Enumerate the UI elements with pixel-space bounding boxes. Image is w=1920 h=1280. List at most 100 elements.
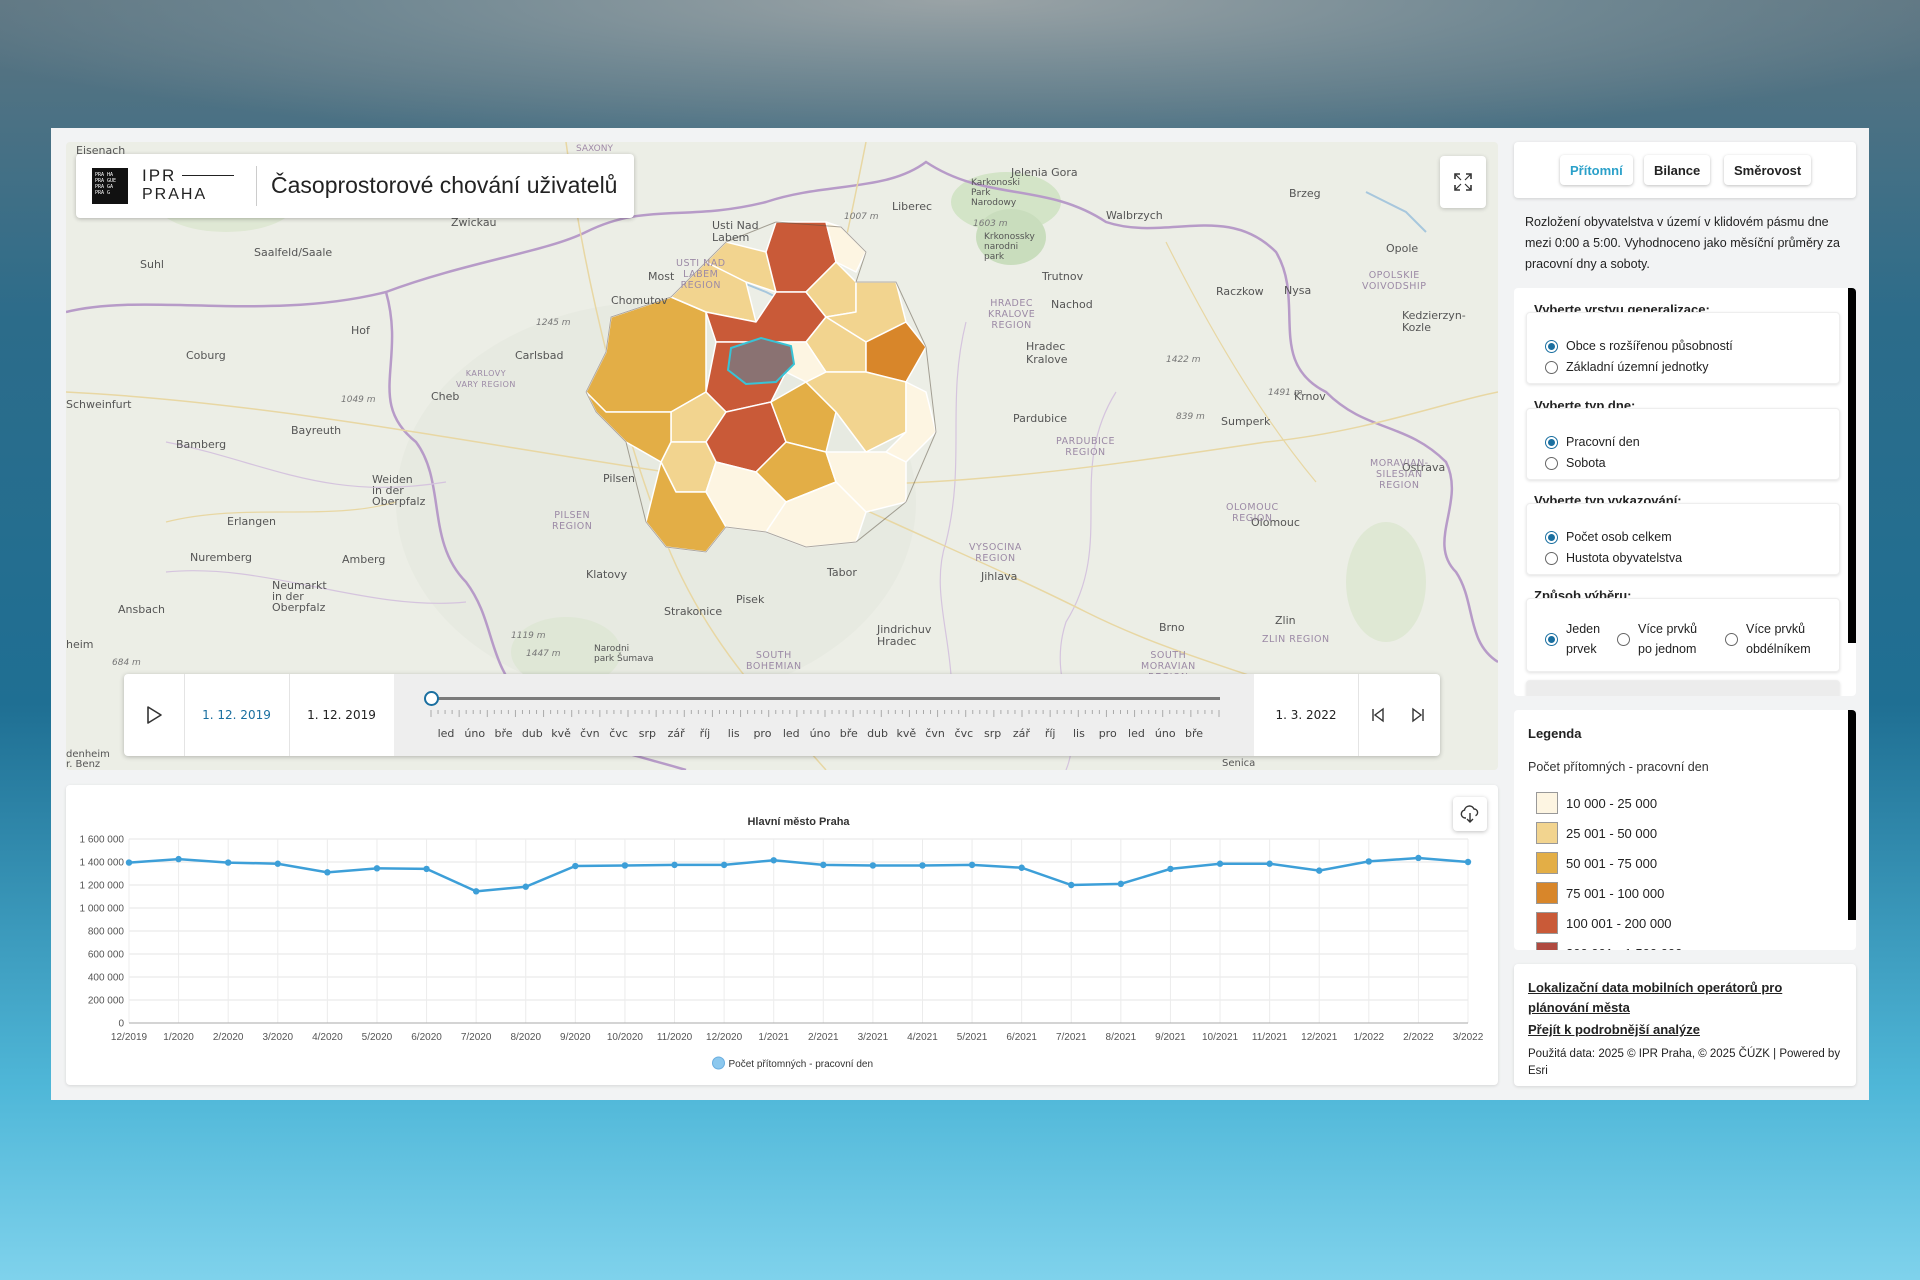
- radio-workday[interactable]: Pracovní den: [1545, 435, 1640, 449]
- play-button[interactable]: [124, 674, 184, 756]
- map-elevation-label: 1491 m: [1268, 388, 1303, 398]
- detailed-analysis-link[interactable]: Přejít k podrobnější analýze: [1528, 1020, 1700, 1040]
- map-view[interactable]: Eisenach SAXONY Zwickau Saalfeld/Saale S…: [66, 142, 1498, 770]
- radio-button[interactable]: [1545, 360, 1558, 374]
- radio-button[interactable]: [1545, 339, 1558, 353]
- chart-data-point[interactable]: [175, 855, 182, 863]
- time-slider-track-area[interactable]: led úno bře dub kvě čvn čvc srp zář říj lis pro led ú…: [394, 674, 1254, 756]
- chart-x-tick-label: 4/2020: [312, 1032, 343, 1043]
- map-region-label: HRADEC KRALOVE REGION: [988, 298, 1036, 331]
- chart-data-point[interactable]: [1316, 867, 1323, 874]
- chart-data-point[interactable]: [1117, 880, 1125, 888]
- legend-label: 50 001 - 75 000: [1566, 855, 1658, 871]
- radio-button[interactable]: [1725, 632, 1738, 646]
- previous-step-button[interactable]: [1358, 674, 1398, 756]
- radio-zsj[interactable]: Základní územní jednotky: [1545, 360, 1708, 374]
- chart-data-point[interactable]: [373, 865, 381, 872]
- chart-data-point[interactable]: [1365, 858, 1373, 865]
- time-slider-handle[interactable]: [424, 691, 439, 706]
- radio-multi-rect[interactable]: Více prvků obdélníkem: [1725, 619, 1811, 659]
- chart-data-point[interactable]: [1266, 860, 1273, 867]
- time-slider-panel: 1. 12. 2019 1. 12. 2019 led úno bře dub kvě č…: [124, 674, 1440, 756]
- map-place-label: Usti Nad Labem: [712, 219, 759, 244]
- chart-x-tick-label: 10/2020: [607, 1032, 644, 1043]
- chart-x-tick-label: 12/2021: [1301, 1032, 1338, 1043]
- legend-scrollbar[interactable]: [1848, 710, 1856, 920]
- chart-data-point[interactable]: [1216, 860, 1224, 867]
- chart-data-point[interactable]: [1068, 881, 1075, 889]
- step-back-icon: [1372, 707, 1384, 723]
- radio-button[interactable]: [1545, 551, 1558, 565]
- action-button-cut[interactable]: [1526, 680, 1840, 696]
- map-place-label: Bamberg: [176, 438, 227, 451]
- chart-data-point[interactable]: [671, 861, 678, 869]
- map-place-label: Erlangen: [227, 515, 276, 528]
- chart-data-point[interactable]: [522, 883, 529, 890]
- radio-button[interactable]: [1545, 632, 1558, 646]
- chart-x-tick-label: 1/2022: [1354, 1032, 1385, 1043]
- map-place-label: Pisek: [736, 593, 765, 606]
- chart-x-tick-label: 8/2021: [1106, 1032, 1137, 1043]
- chart-data-point[interactable]: [1167, 865, 1174, 873]
- attribution-text: Použitá data: 2025 © IPR Praha, © 2025 Č…: [1528, 1048, 1841, 1077]
- download-button[interactable]: [1453, 797, 1487, 831]
- chart-data-point[interactable]: [125, 859, 133, 866]
- chart-data-point[interactable]: [919, 862, 926, 869]
- fullscreen-button[interactable]: [1440, 156, 1486, 208]
- header-divider: [256, 166, 257, 206]
- time-slider-month-label: led: [782, 727, 800, 740]
- settings-scrollbar[interactable]: [1848, 288, 1856, 643]
- radio-saturday[interactable]: Sobota: [1545, 456, 1606, 470]
- radio-button[interactable]: [1545, 435, 1558, 449]
- radio-button[interactable]: [1545, 456, 1558, 470]
- radio-button[interactable]: [1617, 632, 1630, 646]
- chart-data-point[interactable]: [324, 869, 331, 876]
- chart-data-point[interactable]: [820, 861, 827, 869]
- radio-total[interactable]: Počet osob celkem: [1545, 530, 1672, 544]
- chart-data-point[interactable]: [621, 862, 629, 869]
- chart-data-point[interactable]: [1415, 854, 1422, 862]
- chart-x-tick-label: 12/2019: [111, 1032, 148, 1043]
- radio-density[interactable]: Hustota obyvatelstva: [1545, 551, 1682, 565]
- time-slider-month-label: led: [437, 727, 455, 740]
- time-slider-month-label: čvc: [954, 727, 974, 740]
- time-slider-month-label: bře: [1184, 727, 1204, 740]
- operator-data-link[interactable]: Lokalizační data mobilních operátorů pro…: [1528, 978, 1782, 1018]
- chart-data-point[interactable]: [720, 861, 728, 869]
- time-slider-track[interactable]: [430, 697, 1220, 700]
- map-region-label: USTI NAD LABEM REGION: [676, 258, 726, 291]
- chart-x-tick-label: 1/2020: [163, 1032, 194, 1043]
- chart-data-point[interactable]: [572, 862, 579, 870]
- chart-data-point[interactable]: [1018, 864, 1025, 871]
- radio-multi-one[interactable]: Více prvků po jednom: [1617, 619, 1697, 659]
- start-date-label: 1. 12. 2019: [307, 708, 376, 722]
- chart-data-point[interactable]: [1464, 858, 1472, 866]
- tab-pritomni[interactable]: Přítomní: [1560, 155, 1633, 185]
- chart-data-point[interactable]: [224, 859, 232, 866]
- radio-single[interactable]: Jeden prvek: [1545, 619, 1600, 659]
- radio-button[interactable]: [1545, 530, 1558, 544]
- map-elevation-label: 1422 m: [1166, 355, 1201, 365]
- map-place-label: Weiden in der Oberpfalz: [372, 473, 426, 508]
- tab-bilance[interactable]: Bilance: [1644, 155, 1711, 185]
- next-step-button[interactable]: [1398, 674, 1438, 756]
- chart-data-point[interactable]: [472, 888, 480, 895]
- legend-panel: Legenda Počet přítomných - pracovní den …: [1514, 710, 1856, 950]
- chart-data-point[interactable]: [423, 865, 430, 873]
- chart-data-point[interactable]: [770, 857, 777, 864]
- tab-smerovost[interactable]: Směrovost: [1724, 155, 1812, 185]
- map-place-label: Jelenia Gora: [1011, 166, 1078, 179]
- map-region-label: OPOLSKIE VOIVODSHIP: [1362, 270, 1427, 292]
- chart-x-tick-label: 7/2021: [1056, 1032, 1087, 1043]
- chart-data-point[interactable]: [274, 860, 281, 867]
- time-slider-month-label: čvc: [609, 727, 628, 740]
- background-top: [0, 0, 1920, 130]
- map-place-label: Tabor: [827, 566, 857, 579]
- chart-data-point[interactable]: [968, 861, 976, 869]
- chart-data-point[interactable]: [869, 862, 877, 869]
- expand-icon: [1454, 173, 1472, 191]
- radio-orp[interactable]: Obce s rozšířenou působností: [1545, 339, 1733, 353]
- chart-title: Hlavní město Praha: [747, 816, 850, 828]
- line-chart[interactable]: Hlavní město Praha 0 200 000 400 000 600 000…: [66, 785, 1498, 1085]
- legend-swatch: [1536, 792, 1558, 814]
